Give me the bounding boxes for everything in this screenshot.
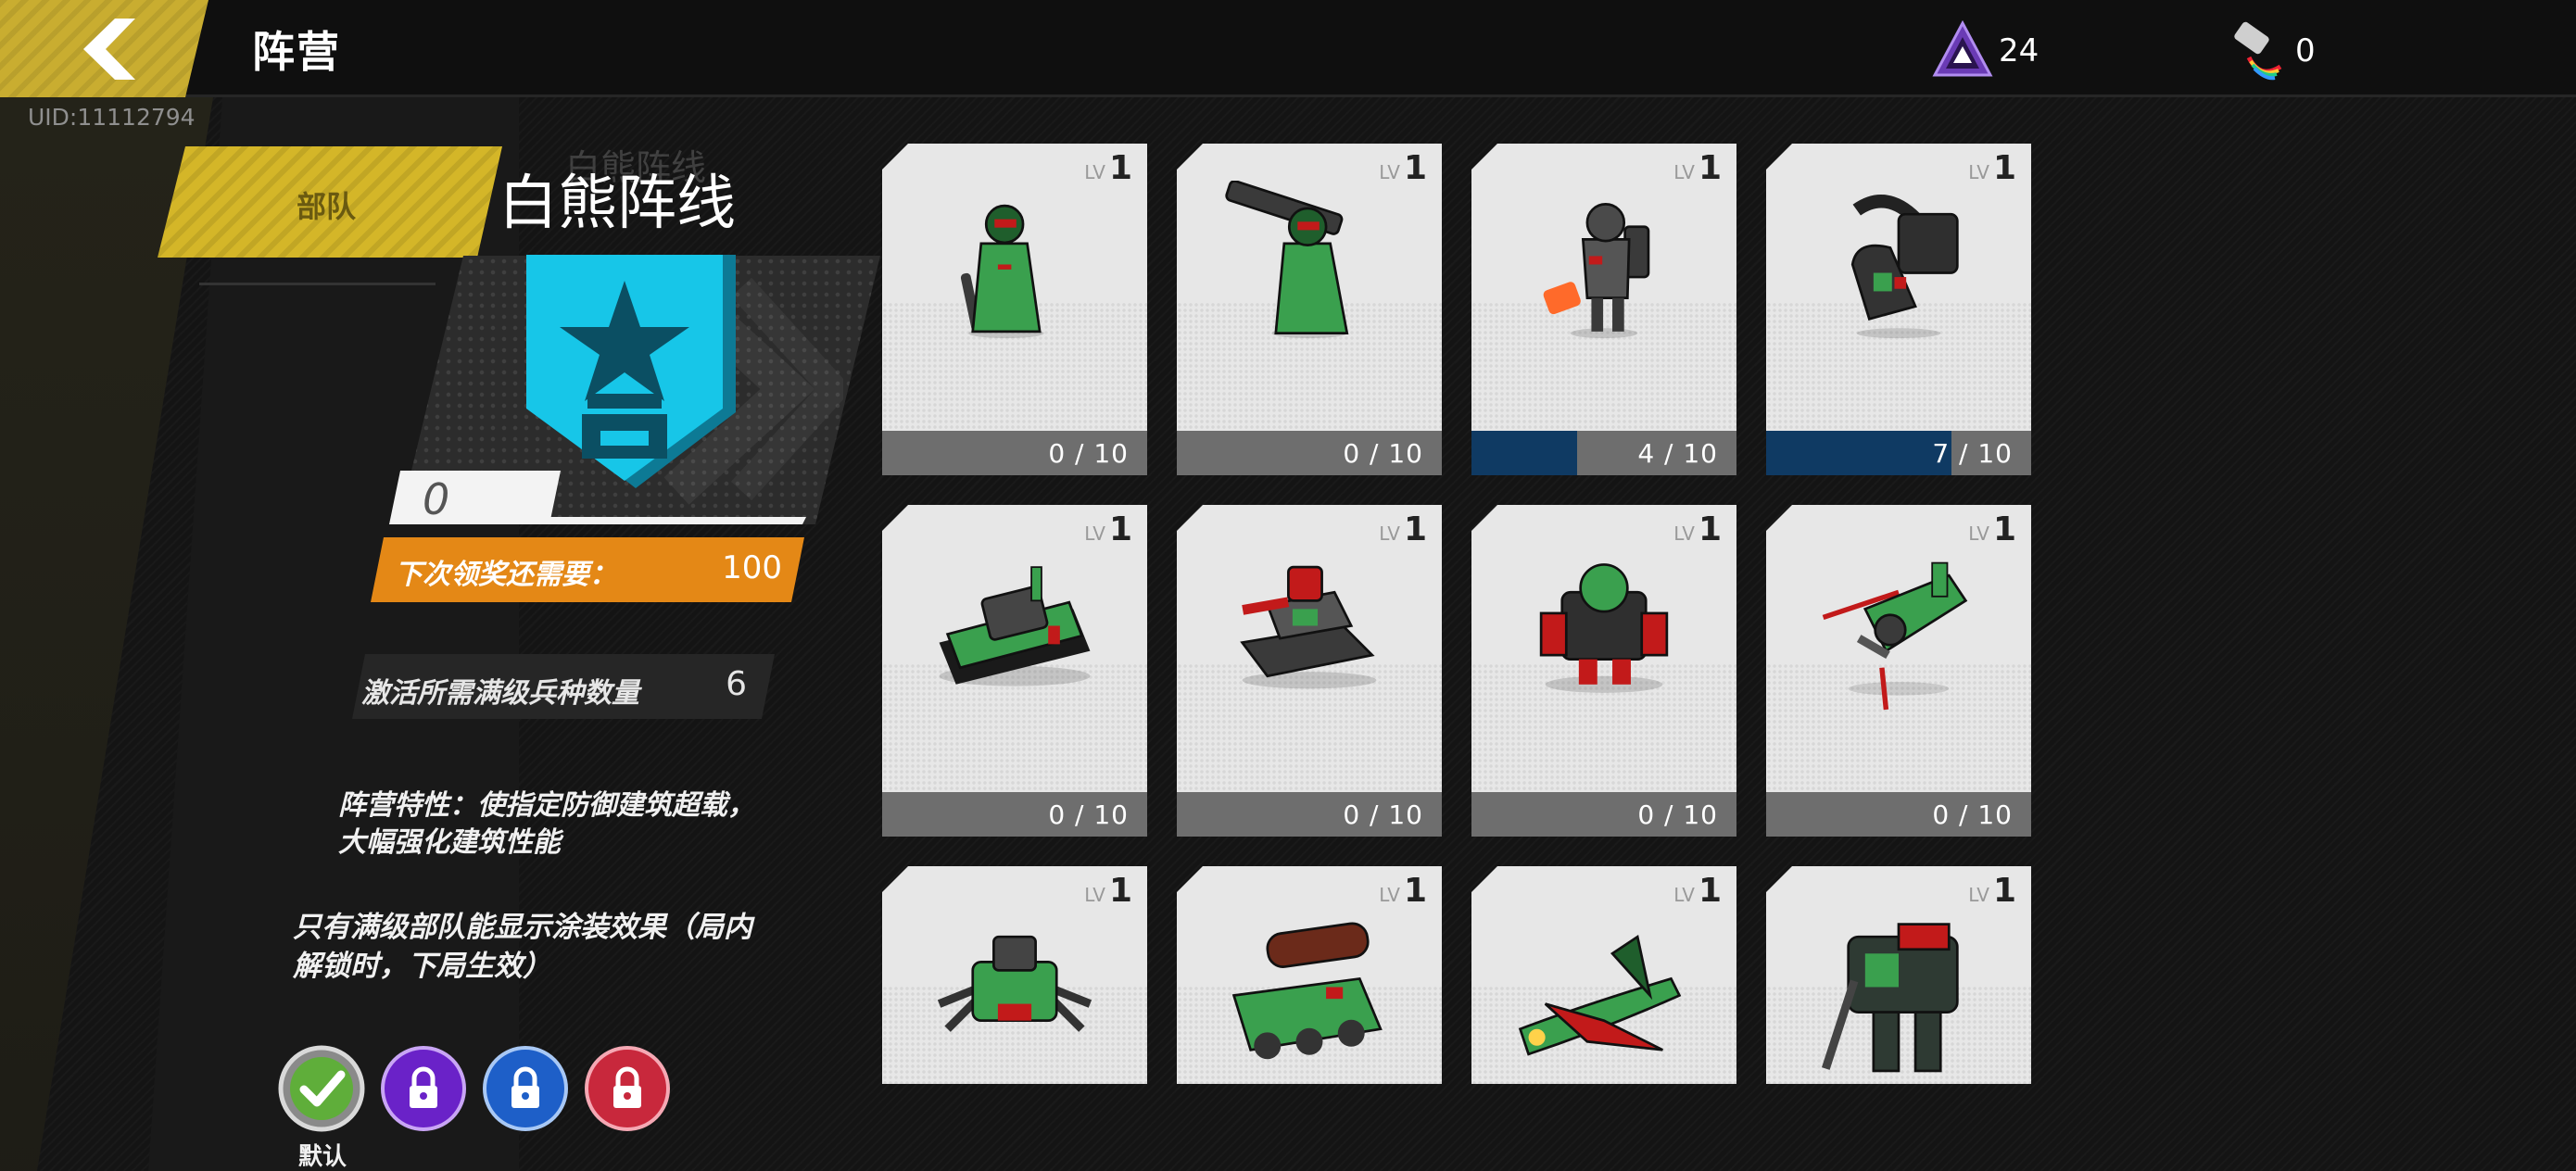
faction-name: 白熊阵线 — [499, 170, 736, 238]
gem-currency[interactable]: 24 — [1932, 20, 2039, 82]
back-arrow-icon[interactable] — [72, 17, 137, 82]
heavy-trooper-icon — [1850, 195, 1959, 339]
unit-progress-text: 0 / 10 — [1932, 800, 2013, 830]
unit-level: LV 1 — [1084, 872, 1132, 910]
unit-progress-fill — [1766, 431, 1952, 475]
unit-progress-text: 7 / 10 — [1932, 438, 2013, 469]
unit-progress-bar: 0 / 10 — [1471, 792, 1736, 837]
skin-red[interactable] — [584, 1045, 671, 1132]
unit-level: LV 1 — [1084, 510, 1132, 548]
faction-star-emblem-icon — [526, 255, 736, 488]
unit-card-image: LV 1 — [1766, 505, 2031, 792]
unit-progress-text: 0 / 10 — [1048, 438, 1129, 469]
unit-level: LV 1 — [1673, 510, 1722, 548]
unit-progress-bar: 7 / 10 — [1766, 431, 2031, 475]
unit-progress-bar: 0 / 10 — [1177, 431, 1442, 475]
walker-mech-icon — [1539, 563, 1669, 693]
unit-level: LV 1 — [1673, 872, 1722, 910]
triangle-gem-icon — [1932, 20, 1993, 77]
next-reward-label: 下次领奖还需要： — [395, 559, 617, 591]
activation-label: 激活所需满级兵种数量 — [361, 677, 639, 710]
paint-tube-icon — [2234, 21, 2282, 81]
unit-progress-text: 0 / 10 — [1637, 800, 1718, 830]
unit-progress-bar: 0 / 10 — [882, 431, 1147, 475]
lock-icon — [585, 1046, 670, 1131]
unit-progress-bar: 4 / 10 — [1471, 431, 1736, 475]
tab-army-label: 部队 — [297, 189, 357, 224]
unit-progress-text: 0 / 10 — [1343, 800, 1423, 830]
tab-army[interactable]: 部队 — [158, 146, 502, 258]
lock-icon — [381, 1046, 466, 1131]
skin-default-label: 默认 — [298, 1143, 347, 1171]
unit-level: LV 1 — [1673, 149, 1722, 187]
unit-card-image: LV 1 — [882, 505, 1147, 792]
gem-count: 24 — [1999, 32, 2039, 69]
infantry-rifle-icon — [960, 204, 1044, 339]
unit-level: LV 1 — [1968, 872, 2016, 910]
tank-icon — [939, 566, 1091, 686]
unit-card-image: LV 1 — [882, 866, 1147, 1084]
unit-progress-bar: 0 / 10 — [1766, 792, 2031, 837]
paint-count: 0 — [2295, 32, 2316, 69]
unit-progress-fill — [1471, 431, 1578, 475]
unit-card-image: LV 1 — [1177, 144, 1442, 431]
infantry-rocket-icon — [1225, 181, 1349, 339]
unit-level: LV 1 — [1084, 149, 1132, 187]
unit-progress-text: 0 / 10 — [1343, 438, 1423, 469]
skin-blue[interactable] — [482, 1045, 569, 1132]
faction-trait-text: 阵营特性：使指定防御建筑超载，大幅强化建筑性能 — [338, 789, 755, 859]
helicopter-icon — [1822, 561, 1968, 711]
unit-progress-bar: 0 / 10 — [1177, 792, 1442, 837]
bomber-plane-icon — [1518, 934, 1682, 1056]
faction-level-value: 0 — [423, 474, 450, 524]
check-icon — [278, 1045, 365, 1132]
unit-level: LV 1 — [1379, 510, 1427, 548]
unit-progress-text: 4 / 10 — [1637, 438, 1718, 469]
user-id: UID:11112794 — [28, 104, 196, 131]
unit-card-image: LV 1 — [1766, 866, 2031, 1084]
paint-currency[interactable]: 0 — [2229, 20, 2316, 82]
top-bar: 阵营 24 0 — [0, 0, 2576, 97]
next-reward-bar: 下次领奖还需要： 100 — [371, 537, 804, 602]
unit-card-image: LV 1 — [1471, 505, 1736, 792]
next-reward-value: 100 — [722, 549, 782, 586]
skin-default[interactable]: 默认 — [278, 1045, 365, 1171]
page-title: 阵营 — [252, 27, 341, 77]
lock-icon — [483, 1046, 568, 1131]
unit-card-image: LV 1 — [1766, 144, 2031, 431]
skin-note-text: 只有满级部队能显示涂装效果（局内解锁时，下局生效） — [293, 911, 752, 983]
light-tank-icon — [1240, 565, 1377, 689]
unit-level: LV 1 — [1379, 872, 1427, 910]
unit-level: LV 1 — [1379, 149, 1427, 187]
unit-progress-text: 0 / 10 — [1048, 800, 1129, 830]
level-underline — [389, 517, 806, 524]
activation-requirement-bar: 激活所需满级兵种数量 6 — [352, 654, 775, 719]
unit-progress-bar: 0 / 10 — [882, 792, 1147, 837]
unit-card-image: LV 1 — [1177, 505, 1442, 792]
artillery-vehicle-icon — [1231, 922, 1383, 1060]
heavy-mech-icon — [1821, 923, 1959, 1073]
skin-purple[interactable] — [380, 1045, 467, 1132]
activation-value: 6 — [726, 665, 747, 703]
faction-level: 0 — [389, 471, 561, 524]
unit-card-image: LV 1 — [1471, 144, 1736, 431]
unit-level: LV 1 — [1968, 149, 2016, 187]
unit-card-image: LV 1 — [1177, 866, 1442, 1084]
unit-level: LV 1 — [1968, 510, 2016, 548]
unit-card-image: LV 1 — [882, 144, 1147, 431]
flamethrower-soldier-icon — [1543, 202, 1650, 339]
spider-tank-icon — [937, 935, 1092, 1032]
unit-card-image: LV 1 — [1471, 866, 1736, 1084]
divider — [199, 283, 436, 285]
